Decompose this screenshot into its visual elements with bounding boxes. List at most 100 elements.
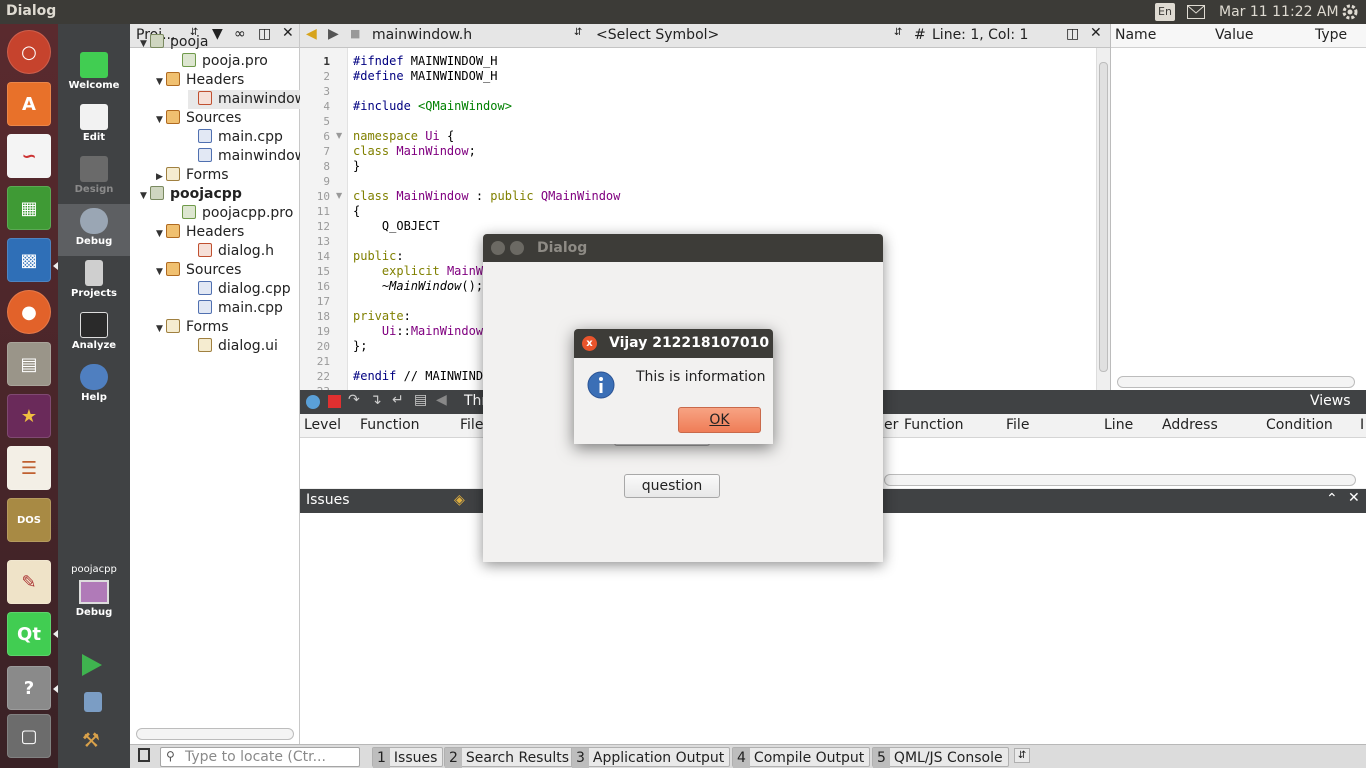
tree-item[interactable]: pooja.pro [172, 52, 300, 71]
more-tabs-icon[interactable]: ⇵ [1014, 748, 1031, 763]
tree-item[interactable]: dialog.cpp [188, 280, 300, 299]
bp-column-file[interactable]: File [1006, 417, 1029, 433]
step-out-icon[interactable]: ↵ [392, 392, 404, 408]
run-target-selector[interactable]: Debug [58, 580, 130, 628]
tree-item[interactable]: ▶ Forms [156, 166, 300, 185]
qt-creator-icon[interactable]: Qt [7, 612, 51, 656]
tree-item[interactable]: ▼ Headers [156, 223, 300, 242]
tab-application-output[interactable]: 3 Application Output [571, 747, 731, 768]
stack-column-function[interactable]: Function [360, 417, 420, 433]
stack-column-file[interactable]: File [460, 417, 483, 433]
libreoffice-draw-icon[interactable]: ∽ [7, 134, 51, 178]
expand-down-icon[interactable]: ▼ [156, 73, 166, 92]
file-dropdown-arrow-icon[interactable]: ⇵ [574, 27, 582, 38]
mode-edit[interactable]: Edit [58, 100, 130, 152]
tree-item[interactable]: ▼ Sources [156, 109, 300, 128]
gear-icon[interactable] [1340, 2, 1360, 22]
dialog-maximize-icon[interactable] [510, 241, 524, 255]
expand-down-icon[interactable]: ▼ [156, 111, 166, 130]
tab-search-results[interactable]: 2 Search Results [444, 747, 576, 768]
mode-analyze[interactable]: Analyze [58, 308, 130, 360]
bp-column-line[interactable]: Line [1104, 417, 1133, 433]
help-icon[interactable]: ? [7, 666, 51, 710]
mode-projects[interactable]: Projects [58, 256, 130, 308]
column-value[interactable]: Value [1215, 27, 1253, 43]
tree-hscrollbar[interactable] [136, 728, 294, 740]
mode-welcome[interactable]: Welcome [58, 48, 130, 100]
pause-icon[interactable] [306, 395, 320, 409]
tab-qml-console[interactable]: 5 QML/JS Console [872, 747, 1009, 768]
mail-icon[interactable] [1187, 5, 1205, 19]
bp-column-address[interactable]: Address [1162, 417, 1218, 433]
tree-item[interactable]: main.cpp [188, 128, 300, 147]
tree-item[interactable]: main.cpp [188, 299, 300, 318]
close-panel-icon[interactable]: ✕ [1348, 490, 1360, 506]
dialog-close-icon[interactable] [491, 241, 505, 255]
tree-item[interactable]: ▼ pooja [140, 33, 300, 52]
locals-hscrollbar[interactable] [1117, 376, 1355, 388]
bp-column-function[interactable]: Function [904, 417, 964, 433]
expand-down-icon[interactable]: ▼ [156, 225, 166, 244]
tree-item[interactable]: mainwindow. [188, 147, 309, 166]
tree-item[interactable]: ▼ Sources [156, 261, 300, 280]
expand-down-icon[interactable]: ▼ [140, 35, 150, 54]
views-menu[interactable]: Views [1310, 393, 1351, 409]
starred-app-icon[interactable]: ★ [7, 394, 51, 438]
text-editor-icon[interactable]: ✎ [7, 560, 51, 604]
cursor-position[interactable]: Line: 1, Col: 1 [932, 27, 1028, 43]
stop-icon[interactable] [328, 395, 341, 408]
forward-arrow-icon[interactable]: ▶ [328, 26, 339, 42]
tree-item[interactable]: ▼ Headers [156, 71, 300, 90]
tree-item[interactable]: dialog.h [188, 242, 300, 261]
bp-column-condition[interactable]: Condition [1266, 417, 1333, 433]
question-button[interactable]: question [624, 474, 720, 498]
close-editor-icon[interactable]: ✕ [1090, 25, 1102, 41]
reverse-icon[interactable]: ◀ [436, 392, 447, 408]
keyboard-layout-indicator[interactable]: En [1155, 3, 1175, 21]
close-icon[interactable]: x [582, 336, 597, 351]
breakpoints-hscrollbar[interactable] [884, 474, 1356, 486]
bp-column-ignore[interactable]: I [1360, 417, 1364, 433]
clock[interactable]: Mar 11 11:22 AM [1219, 4, 1339, 20]
symbol-dropdown-arrow-icon[interactable]: ⇵ [894, 27, 902, 38]
expand-down-icon[interactable]: ▼ [156, 320, 166, 339]
scroll-thumb[interactable] [1099, 62, 1108, 372]
run-button[interactable] [82, 654, 102, 676]
toggle-sidebar-icon[interactable] [138, 748, 150, 762]
bp-column-number[interactable]: er [884, 417, 898, 433]
save-disk-icon[interactable]: ▢ [7, 714, 51, 758]
tree-item[interactable]: mainwindow. [188, 90, 309, 109]
split-editor-icon[interactable]: ◫ [1066, 26, 1079, 42]
back-arrow-icon[interactable]: ◀ [306, 26, 317, 42]
step-over-icon[interactable]: ↷ [348, 392, 360, 408]
tab-issues[interactable]: 1 Issues [372, 747, 444, 768]
column-type[interactable]: Type [1315, 27, 1347, 43]
editor-vscrollbar[interactable] [1096, 48, 1110, 390]
locator-input[interactable]: Type to locate (Ctr... [160, 747, 360, 767]
expand-down-icon[interactable]: ▼ [140, 187, 150, 206]
tree-item[interactable]: dialog.ui [188, 337, 300, 356]
tree-item[interactable]: ▼ poojacpp [140, 185, 300, 204]
software-center-icon[interactable]: A [7, 82, 51, 126]
tree-item[interactable]: poojacpp.pro [172, 204, 300, 223]
text-document-icon[interactable]: ☰ [7, 446, 51, 490]
debug-run-button[interactable] [84, 692, 102, 712]
ubuntu-dash-icon[interactable]: ○ [7, 30, 51, 74]
build-hammer-icon[interactable]: ⚒ [82, 728, 104, 752]
message-box-titlebar[interactable]: x Vijay 212218107010 [574, 329, 773, 358]
current-file-selector[interactable]: mainwindow.h [372, 27, 472, 43]
expand-down-icon[interactable]: ▼ [156, 263, 166, 282]
libreoffice-impress-icon[interactable]: ▩ [7, 238, 51, 282]
step-into-icon[interactable]: ↴ [370, 392, 382, 408]
stack-column-level[interactable]: Level [304, 417, 341, 433]
filter-issues-icon[interactable]: ◈ [454, 492, 465, 508]
instruction-mode-icon[interactable]: ▤ [414, 392, 427, 408]
file-manager-icon[interactable]: ▤ [7, 342, 51, 386]
mode-debug[interactable]: Debug [58, 204, 130, 256]
tab-compile-output[interactable]: 4 Compile Output [732, 747, 871, 768]
dialog-titlebar[interactable]: Dialog [483, 234, 883, 262]
firefox-icon[interactable]: ● [7, 290, 51, 334]
mode-help[interactable]: Help [58, 360, 130, 412]
ok-button[interactable]: OK [678, 407, 761, 433]
maximize-panel-icon[interactable]: ⌃ [1326, 491, 1338, 507]
